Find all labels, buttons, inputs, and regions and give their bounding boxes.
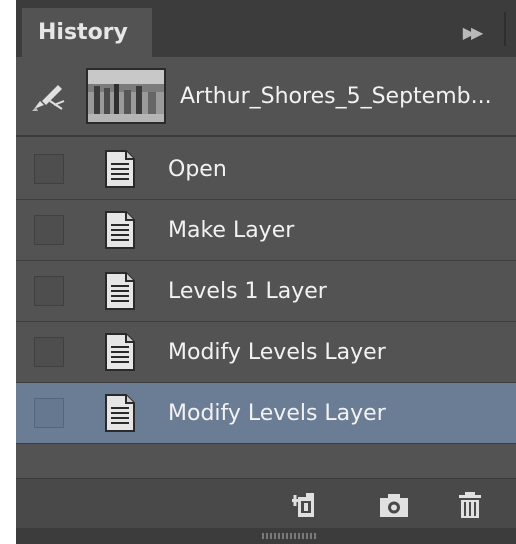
- new-document-from-state-icon[interactable]: [286, 489, 322, 521]
- history-state-icon: [105, 333, 135, 371]
- panel-header: History ▶▶: [16, 0, 516, 57]
- history-list-empty-area: [16, 445, 516, 478]
- snapshot-thumbnail: [86, 68, 166, 124]
- history-item-label: Modify Levels Layer: [168, 340, 386, 365]
- history-item-label: Make Layer: [168, 218, 295, 243]
- history-source-checkbox[interactable]: [34, 398, 64, 428]
- snapshot-row[interactable]: Arthur_Shores_5_Septemb...: [16, 57, 516, 137]
- history-item-label: Modify Levels Layer: [168, 401, 386, 426]
- history-item-selected[interactable]: Modify Levels Layer: [16, 383, 516, 444]
- history-item-label: Open: [168, 157, 227, 182]
- history-item[interactable]: Modify Levels Layer: [16, 322, 516, 383]
- panel-footer: [16, 478, 516, 528]
- history-item-label: Levels 1 Layer: [168, 279, 327, 304]
- history-list: Open Make Layer Levels 1 Layer Modify Le…: [16, 139, 516, 444]
- snapshot-label: Arthur_Shores_5_Septemb...: [180, 84, 492, 109]
- double-chevron-right-icon: ▶▶: [462, 22, 484, 42]
- resize-grip-icon[interactable]: [262, 533, 316, 539]
- tab-history[interactable]: History: [22, 8, 152, 57]
- history-source-checkbox[interactable]: [34, 154, 64, 184]
- history-state-icon: [105, 211, 135, 249]
- history-brush-icon[interactable]: [30, 81, 66, 113]
- history-item[interactable]: Make Layer: [16, 200, 516, 261]
- camera-icon[interactable]: [376, 489, 412, 521]
- history-source-checkbox[interactable]: [34, 337, 64, 367]
- panel-edge-divider: [504, 12, 506, 46]
- history-panel: History ▶▶ Arthur_Shores_5_Septemb... Op…: [16, 0, 516, 544]
- trash-icon[interactable]: [452, 489, 488, 521]
- history-state-icon: [105, 394, 135, 432]
- history-item[interactable]: Open: [16, 139, 516, 200]
- panel-resize-bar[interactable]: [16, 528, 516, 544]
- tab-history-label: History: [38, 20, 128, 45]
- history-state-icon: [105, 272, 135, 310]
- history-source-checkbox[interactable]: [34, 276, 64, 306]
- history-source-checkbox[interactable]: [34, 215, 64, 245]
- panel-menu-button[interactable]: ▶▶: [456, 18, 486, 46]
- history-state-icon: [105, 150, 135, 188]
- history-item[interactable]: Levels 1 Layer: [16, 261, 516, 322]
